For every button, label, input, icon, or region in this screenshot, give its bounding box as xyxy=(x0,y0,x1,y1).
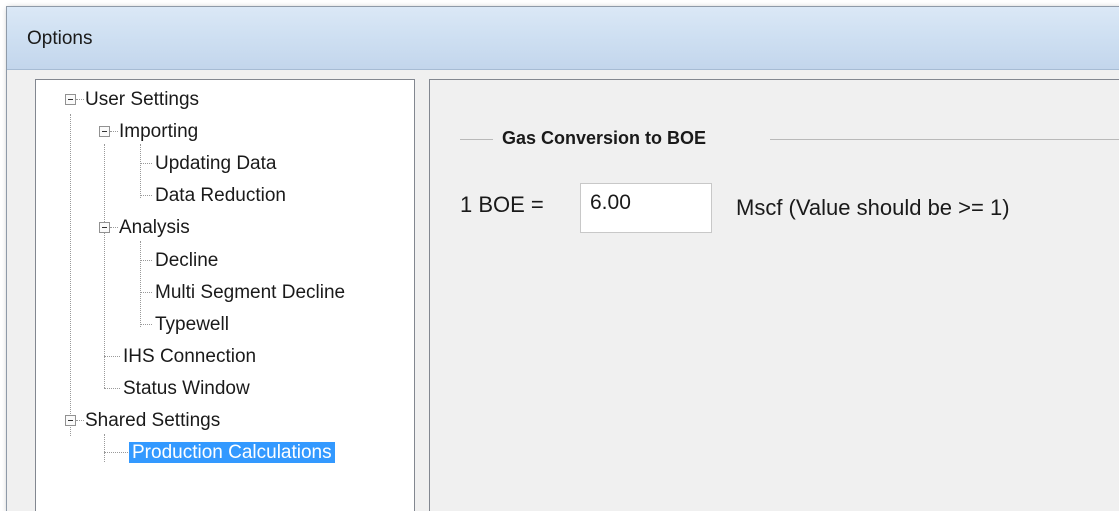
tree-item-label: Analysis xyxy=(119,217,190,238)
tree-connector xyxy=(104,356,120,357)
tree-item-status-window[interactable]: Status Window xyxy=(123,375,250,403)
settings-content-panel: Gas Conversion to BOE 1 BOE = Mscf (Valu… xyxy=(429,79,1119,511)
gas-conversion-group-title: Gas Conversion to BOE xyxy=(502,128,707,148)
tree-connector xyxy=(140,195,152,196)
tree-item-shared-settings[interactable]: Shared Settings xyxy=(85,407,220,435)
tree-item-label: Multi Segment Decline xyxy=(155,282,346,303)
tree-connector xyxy=(140,292,152,293)
tree-item-importing[interactable]: Importing xyxy=(119,118,198,146)
tree-item-label: IHS Connection xyxy=(123,346,257,367)
tree-connector xyxy=(104,434,105,462)
tree-item-multi-segment-decline[interactable]: Multi Segment Decline xyxy=(155,279,345,307)
tree-connector xyxy=(140,324,152,325)
group-box-border xyxy=(460,139,493,140)
unit-label: Mscf (Value should be >= 1) xyxy=(736,195,1010,220)
boe-label: 1 BOE = xyxy=(460,192,544,217)
tree-item-label: Data Reduction xyxy=(155,185,286,206)
tree-connector xyxy=(104,144,105,388)
tree-item-label: Shared Settings xyxy=(85,410,221,431)
tree-item-decline[interactable]: Decline xyxy=(155,247,218,275)
collapse-icon[interactable] xyxy=(65,94,76,105)
title-bar[interactable]: Options xyxy=(7,7,1119,70)
options-dialog: Options User Settings Importing Updating… xyxy=(6,6,1119,511)
tree-item-user-settings[interactable]: User Settings xyxy=(85,86,199,114)
tree-item-updating-data[interactable]: Updating Data xyxy=(155,150,276,178)
tree-item-analysis[interactable]: Analysis xyxy=(119,214,190,242)
tree-connector xyxy=(76,99,84,100)
tree-item-label: Decline xyxy=(155,250,219,271)
boe-conversion-input[interactable] xyxy=(580,183,712,233)
tree-item-ihs-connection[interactable]: IHS Connection xyxy=(123,343,256,371)
tree-item-production-calculations[interactable]: Production Calculations xyxy=(129,439,335,467)
tree-connector xyxy=(110,227,118,228)
tree-connector xyxy=(140,260,152,261)
tree-connector xyxy=(140,241,141,327)
collapse-icon[interactable] xyxy=(99,126,110,137)
window-title: Options xyxy=(27,28,93,49)
group-box-border xyxy=(770,139,1119,140)
tree-item-data-reduction[interactable]: Data Reduction xyxy=(155,182,286,210)
settings-tree[interactable]: User Settings Importing Updating Data Da… xyxy=(35,79,415,511)
tree-connector xyxy=(140,163,152,164)
tree-connector xyxy=(76,420,84,421)
tree-item-label: Importing xyxy=(119,121,199,142)
tree-item-label: Status Window xyxy=(123,378,250,399)
tree-connector xyxy=(110,131,118,132)
tree-connector xyxy=(140,144,141,198)
tree-connector xyxy=(104,388,120,389)
tree-item-label: Updating Data xyxy=(155,153,277,174)
tree-item-typewell[interactable]: Typewell xyxy=(155,311,229,339)
tree-connector xyxy=(70,114,71,436)
tree-connector xyxy=(104,452,128,453)
tree-item-label: Production Calculations xyxy=(129,442,335,463)
tree-item-label: Typewell xyxy=(155,314,229,335)
tree-item-label: User Settings xyxy=(85,89,200,110)
collapse-icon[interactable] xyxy=(65,415,76,426)
collapse-icon[interactable] xyxy=(99,222,110,233)
